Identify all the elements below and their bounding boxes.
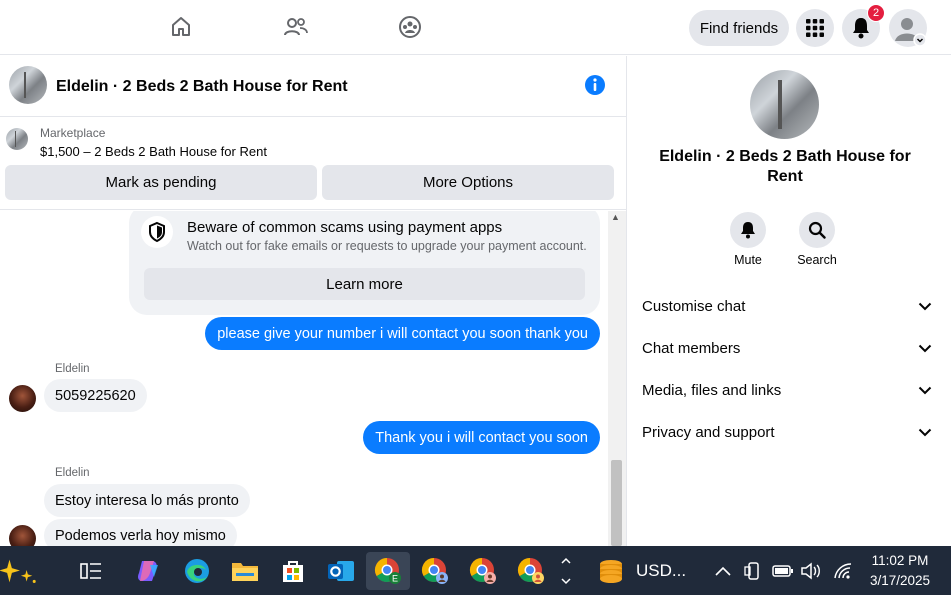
row-label: Customise chat bbox=[642, 297, 746, 315]
shield-icon bbox=[141, 216, 173, 248]
bell-icon bbox=[741, 222, 755, 239]
info-icon[interactable] bbox=[584, 74, 606, 96]
scam-warning-card: Beware of common scams using payment app… bbox=[129, 211, 600, 315]
grid-icon bbox=[806, 19, 824, 37]
message-bubble-incoming[interactable]: Estoy interesa lo más pronto bbox=[44, 484, 250, 517]
search-button[interactable]: Search bbox=[787, 212, 847, 267]
file-explorer-icon[interactable] bbox=[226, 552, 264, 590]
wifi-icon[interactable] bbox=[830, 552, 856, 590]
clock-time: 11:02 PM bbox=[871, 553, 929, 568]
taskbar-overflow-arrows[interactable] bbox=[557, 552, 575, 590]
microsoft-store-icon[interactable] bbox=[274, 552, 312, 590]
marketplace-label: Marketplace bbox=[40, 126, 106, 140]
chrome-profile-icon[interactable] bbox=[416, 552, 454, 590]
scrollbar-thumb[interactable] bbox=[611, 460, 622, 546]
media-files-links-row[interactable]: Media, files and links bbox=[642, 376, 932, 404]
show-hidden-icons-chevron-icon[interactable] bbox=[710, 552, 736, 590]
mark-as-pending-button[interactable]: Mark as pending bbox=[5, 165, 317, 200]
clock-date: 3/17/2025 bbox=[869, 573, 931, 588]
currency-widget-icon[interactable] bbox=[592, 552, 630, 590]
message-bubble-outgoing[interactable]: Thank you i will contact you soon bbox=[363, 421, 600, 454]
edge-browser-icon[interactable] bbox=[178, 552, 216, 590]
sender-name: Eldelin bbox=[55, 363, 90, 375]
account-avatar[interactable] bbox=[889, 9, 927, 47]
volume-icon[interactable] bbox=[798, 552, 824, 590]
sender-name: Eldelin bbox=[55, 467, 90, 479]
chat-members-row[interactable]: Chat members bbox=[642, 334, 932, 362]
chevron-down-icon bbox=[918, 428, 932, 436]
mute-label: Mute bbox=[734, 253, 762, 267]
chat-title[interactable]: Eldelin · 2 Beds 2 Bath House for Rent bbox=[56, 78, 348, 96]
search-icon bbox=[808, 221, 826, 239]
learn-more-button[interactable]: Learn more bbox=[144, 268, 585, 300]
copilot-app-icon[interactable] bbox=[129, 552, 167, 590]
bell-icon bbox=[853, 18, 869, 39]
facebook-messenger-window: Find friends 2 Eldelin · 2 Beds 2 Bath H… bbox=[0, 0, 951, 595]
chevron-down-icon bbox=[918, 302, 932, 310]
profile-icon bbox=[895, 18, 927, 47]
copilot-sparkle-icon[interactable] bbox=[0, 552, 38, 590]
profile-avatar[interactable] bbox=[750, 70, 819, 139]
notification-badge: 2 bbox=[867, 4, 885, 22]
listing-thumbnail bbox=[6, 128, 28, 150]
friends-icon[interactable] bbox=[281, 12, 311, 42]
groups-icon[interactable] bbox=[395, 12, 425, 42]
panel-divider bbox=[626, 56, 627, 546]
listing-title[interactable]: $1,500 – 2 Beds 2 Bath House for Rent bbox=[40, 144, 267, 159]
customise-chat-row[interactable]: Customise chat bbox=[642, 292, 932, 320]
message-bubble-incoming[interactable]: 5059225620 bbox=[44, 379, 147, 412]
chevron-down-icon bbox=[918, 344, 932, 352]
windows-taskbar: E USD... 11:02 PM 3/17/2025 bbox=[0, 546, 951, 595]
message-bubble-incoming[interactable]: Podemos verla hoy mismo bbox=[44, 519, 237, 546]
scam-subtitle: Watch out for fake emails or requests to… bbox=[187, 239, 587, 253]
task-view-icon[interactable] bbox=[72, 552, 110, 590]
svg-text:E: E bbox=[392, 574, 398, 584]
sender-avatar[interactable] bbox=[9, 525, 36, 546]
menu-grid-button[interactable] bbox=[796, 9, 834, 47]
message-list: Beware of common scams using payment app… bbox=[0, 211, 608, 546]
scam-title: Beware of common scams using payment app… bbox=[187, 219, 503, 236]
system-clock[interactable]: 11:02 PM 3/17/2025 bbox=[858, 551, 942, 591]
chrome-profile-icon[interactable] bbox=[512, 552, 550, 590]
battery-icon bbox=[770, 552, 796, 590]
more-options-button[interactable]: More Options bbox=[322, 165, 614, 200]
row-label: Media, files and links bbox=[642, 381, 782, 399]
home-icon[interactable] bbox=[166, 12, 196, 42]
chat-avatar[interactable] bbox=[9, 66, 47, 104]
scroll-up-arrow-icon[interactable]: ▲ bbox=[611, 212, 620, 222]
find-friends-button[interactable]: Find friends bbox=[689, 10, 789, 46]
top-navigation: Find friends 2 bbox=[0, 0, 951, 55]
phone-link-icon[interactable] bbox=[740, 552, 766, 590]
row-label: Chat members bbox=[642, 339, 741, 357]
chevron-down-icon bbox=[918, 386, 932, 394]
mute-button[interactable]: Mute bbox=[718, 212, 778, 267]
sender-avatar[interactable] bbox=[9, 385, 36, 412]
search-label: Search bbox=[797, 253, 837, 267]
privacy-support-row[interactable]: Privacy and support bbox=[642, 418, 932, 446]
message-bubble-outgoing[interactable]: please give your number i will contact y… bbox=[205, 317, 600, 350]
chrome-profile-e-icon[interactable]: E bbox=[366, 552, 410, 590]
chat-header: Eldelin · 2 Beds 2 Bath House for Rent bbox=[0, 56, 626, 117]
marketplace-bar: Marketplace $1,500 – 2 Beds 2 Bath House… bbox=[0, 118, 626, 210]
currency-widget-text[interactable]: USD... bbox=[636, 561, 686, 581]
profile-name: Eldelin · 2 Beds 2 Bath House for Rent bbox=[659, 148, 911, 185]
row-label: Privacy and support bbox=[642, 423, 775, 441]
chrome-profile-icon[interactable] bbox=[464, 552, 502, 590]
outlook-icon[interactable] bbox=[322, 552, 360, 590]
